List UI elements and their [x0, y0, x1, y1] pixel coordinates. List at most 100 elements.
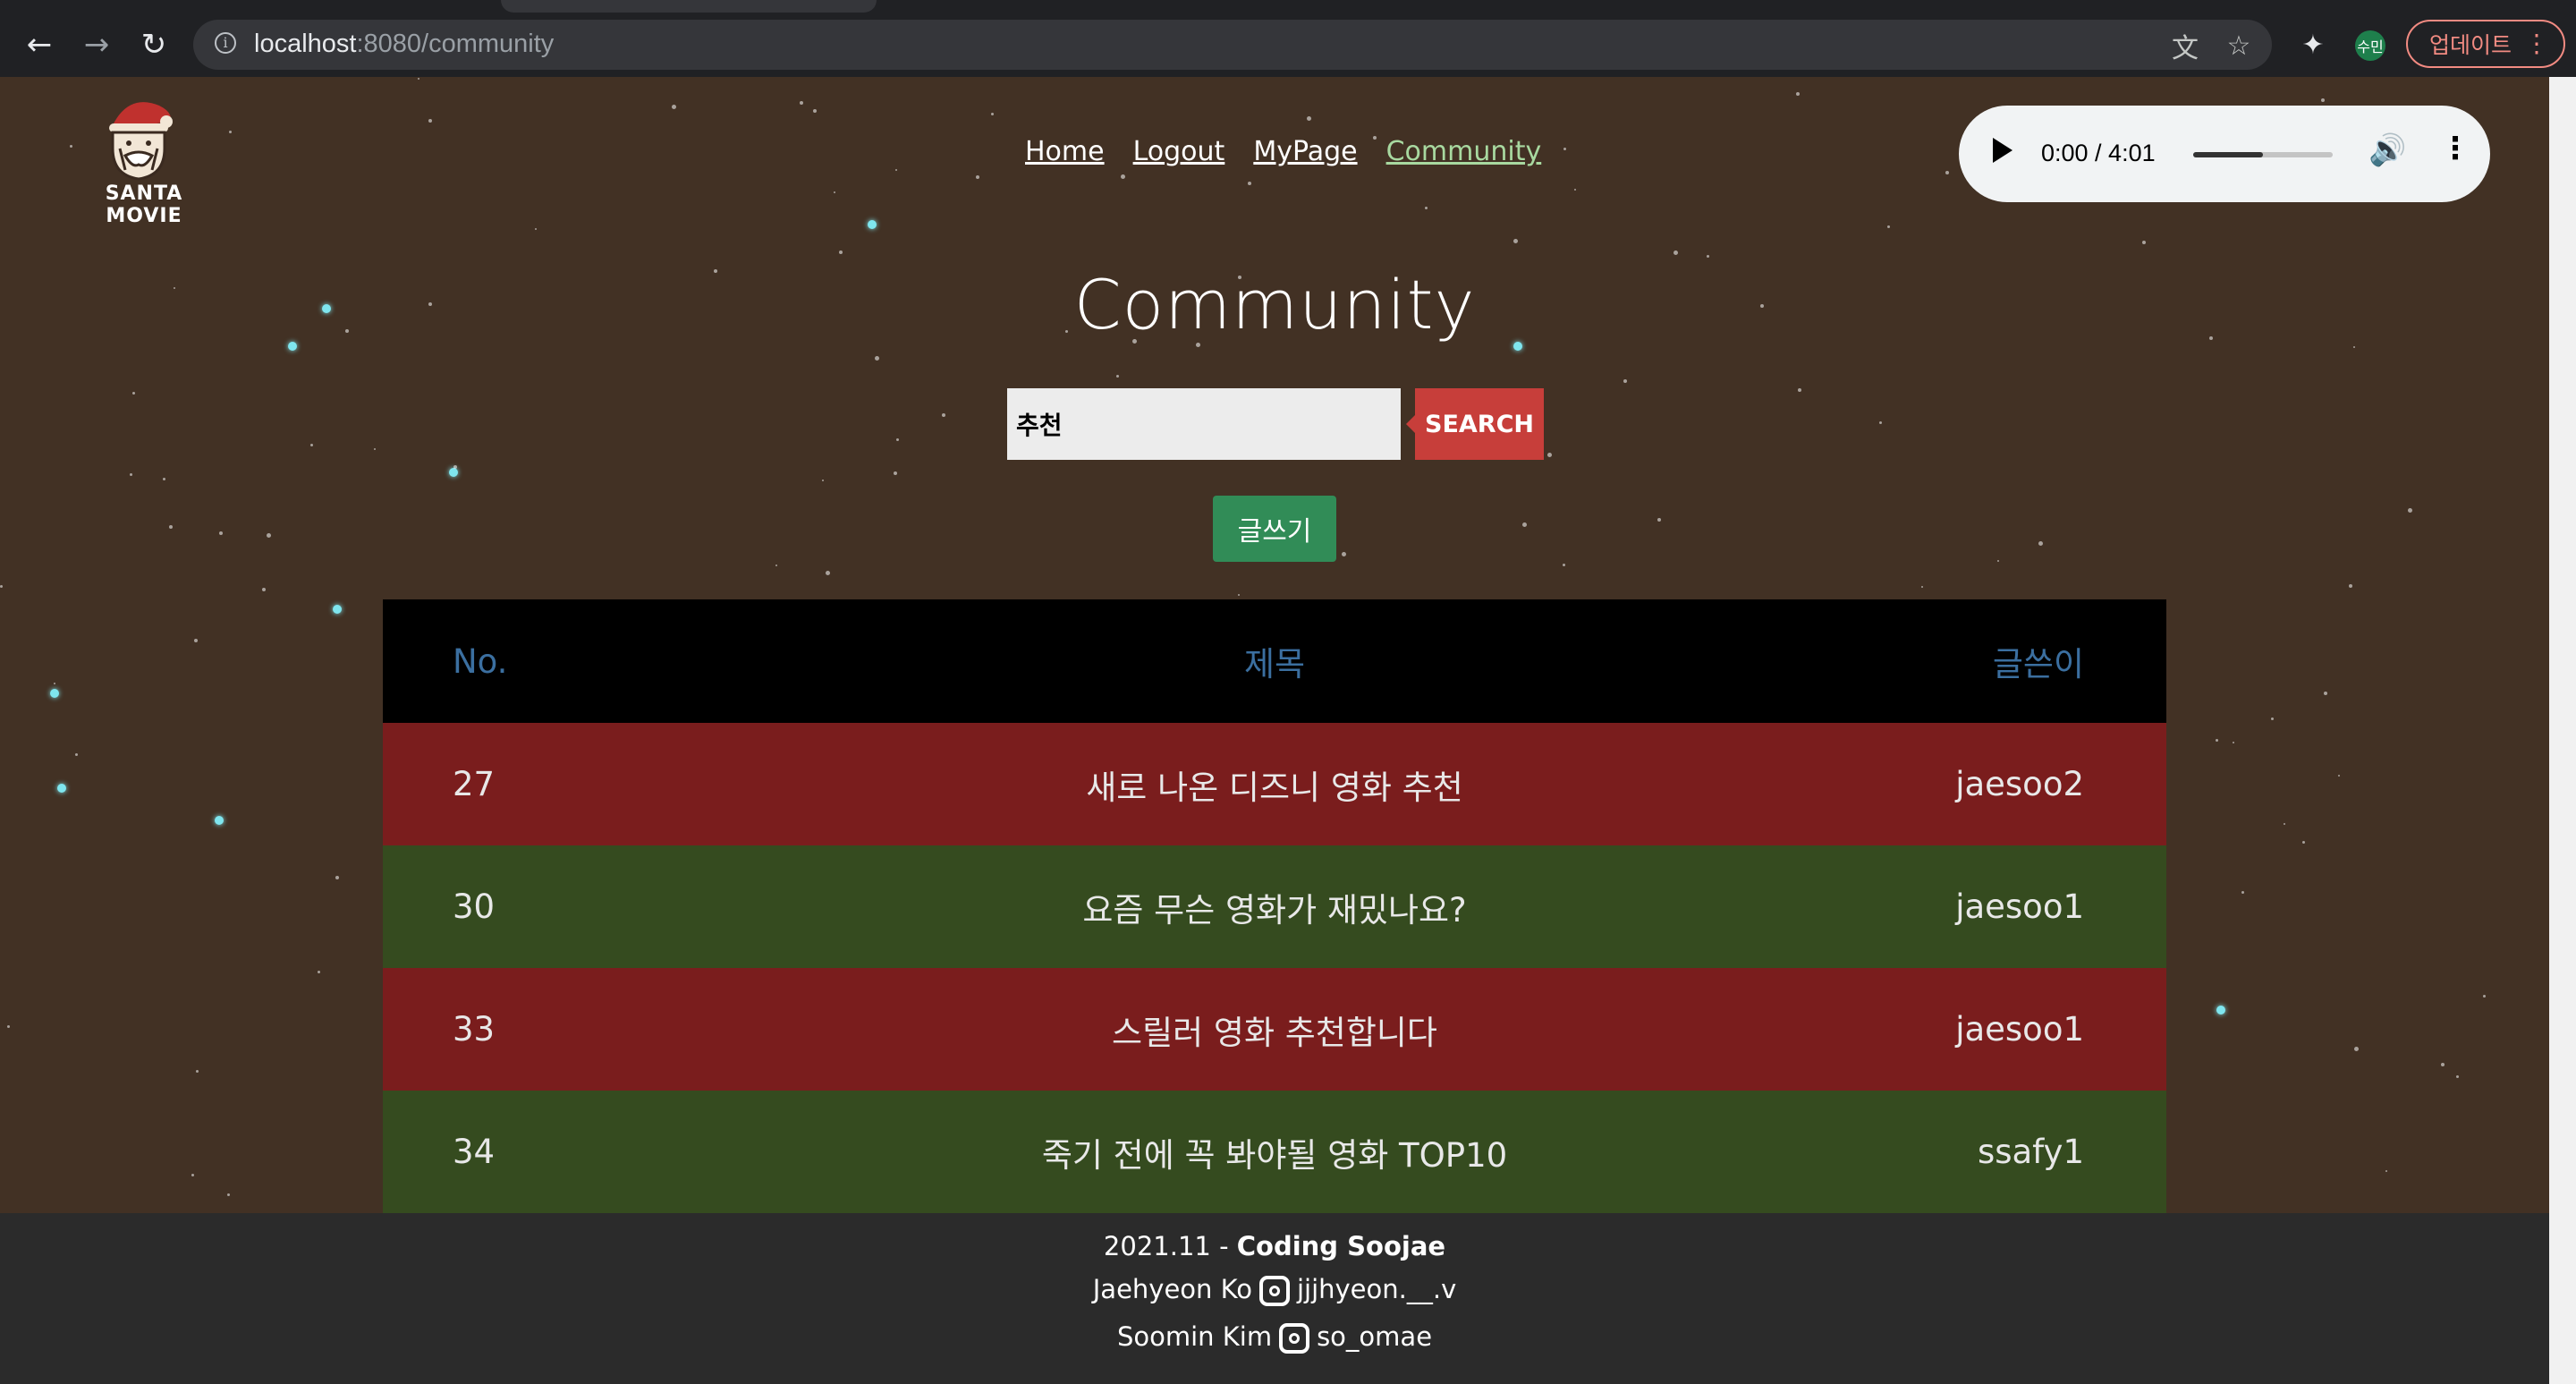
snowflake: [1674, 250, 1678, 255]
audio-time: 0:00 / 4:01: [2041, 140, 2156, 166]
snowflake: [1248, 182, 1251, 185]
snowflake: [942, 413, 945, 417]
page-content: SANTA MOVIE Home Logout MyPage Community…: [0, 77, 2549, 1384]
snowflake: [215, 816, 224, 825]
extensions-puzzle-icon[interactable]: ✦: [2293, 25, 2333, 64]
snowflake: [57, 784, 66, 793]
snowflake: [229, 131, 232, 133]
write-post-button[interactable]: 글쓰기: [1213, 496, 1336, 562]
site-footer: 2021.11 - Coding Soojae Jaehyeon Ko jjjhy…: [0, 1213, 2549, 1384]
snowflake: [868, 220, 877, 229]
community-table: No. 제목 글쓴이 27 새로 나온 디즈니 영화 추천 jaesoo2 30…: [383, 599, 2166, 1213]
post-title[interactable]: 죽기 전에 꼭 봐야될 영화 TOP10: [383, 1128, 2166, 1176]
snowflake: [1707, 255, 1709, 258]
snowflake: [2353, 346, 2355, 348]
snowflake: [194, 639, 198, 642]
more-options-icon[interactable]: ⋮: [2440, 131, 2470, 166]
instagram-icon[interactable]: [1258, 1276, 1290, 1306]
post-title[interactable]: 스릴러 영화 추천합니다: [383, 1006, 2166, 1054]
snowflake: [2216, 1006, 2225, 1015]
snowflake: [428, 119, 432, 123]
reload-icon[interactable]: ↻: [134, 25, 174, 64]
url-text[interactable]: localhost:8080/community: [254, 30, 554, 59]
footer-date: 2021.11 -: [1103, 1231, 1237, 1261]
address-bar[interactable]: i localhost:8080/community 文 ☆: [193, 20, 2272, 70]
snowflake: [2441, 1063, 2445, 1066]
member-instagram[interactable]: so_omae: [1317, 1321, 1432, 1352]
post-title[interactable]: 새로 나온 디즈니 영화 추천: [383, 760, 2166, 809]
back-icon[interactable]: ←: [20, 25, 59, 64]
nav-home-link[interactable]: Home: [1025, 136, 1105, 167]
snowflake: [1574, 189, 1576, 191]
snowflake: [1342, 552, 1346, 556]
page-title: Community: [1073, 265, 1476, 344]
table-header: No. 제목 글쓴이: [383, 599, 2166, 723]
tab-strip: [0, 0, 2576, 18]
translate-icon[interactable]: 文: [2170, 30, 2200, 64]
volume-slider-fill: [2193, 152, 2263, 157]
snowflake: [2385, 1170, 2387, 1172]
footer-member-2: Soomin Kim so_omae: [0, 1321, 2549, 1354]
search-button[interactable]: SEARCH: [1406, 388, 1544, 460]
bookmark-star-icon[interactable]: ☆: [2224, 30, 2254, 62]
logo-text[interactable]: SANTA MOVIE: [68, 183, 220, 227]
browser-tab[interactable]: [501, 0, 877, 13]
snowflake: [875, 356, 879, 361]
forward-icon[interactable]: →: [77, 25, 116, 64]
snowflake: [1121, 174, 1125, 179]
snowflake: [826, 571, 830, 575]
header-writer: 글쓴이: [1992, 645, 2084, 684]
snowflake: [1657, 518, 1661, 522]
post-writer: jaesoo1: [1955, 887, 2084, 926]
snowflake: [2302, 841, 2305, 844]
snowflake: [2456, 1075, 2459, 1078]
post-title[interactable]: 요즘 무슨 영화가 재밌나요?: [383, 883, 2166, 931]
snowflake: [2354, 1047, 2359, 1051]
snowflake: [2142, 241, 2146, 244]
snowflake: [1513, 239, 1518, 243]
volume-slider[interactable]: [2193, 152, 2333, 157]
snowflake: [75, 753, 78, 756]
snowflake: [535, 228, 537, 230]
snowflake: [2038, 541, 2043, 546]
snowflake: [1798, 388, 1801, 392]
snowflake: [1307, 116, 1311, 121]
nav-mypage-link[interactable]: MyPage: [1253, 136, 1357, 167]
nav-community-link[interactable]: Community: [1386, 136, 1542, 167]
member-name: Soomin Kim: [1116, 1321, 1273, 1352]
snowflake: [2271, 717, 2274, 720]
volume-icon[interactable]: 🔊: [2368, 132, 2406, 168]
table-row[interactable]: 34 죽기 전에 꼭 봐야될 영화 TOP10 ssafy1: [383, 1091, 2166, 1213]
update-button[interactable]: 업데이트 ⋮: [2406, 20, 2565, 68]
instagram-icon[interactable]: [1279, 1323, 1310, 1354]
post-writer: jaesoo1: [1955, 1010, 2084, 1049]
menu-dots-icon[interactable]: ⋮: [2524, 29, 2549, 58]
search-input[interactable]: [1007, 388, 1401, 460]
table-row[interactable]: 33 스릴러 영화 추천합니다 jaesoo1: [383, 968, 2166, 1091]
snowflake: [1116, 375, 1119, 378]
snowflake: [267, 533, 271, 538]
site-info-icon[interactable]: i: [215, 32, 236, 54]
member-instagram[interactable]: jjjhyeon.__.v: [1297, 1274, 1456, 1304]
snowflake: [1887, 225, 1890, 228]
snowflake: [2216, 739, 2218, 742]
snowflake: [1879, 421, 1882, 424]
snowflake: [991, 113, 994, 115]
snowflake: [449, 468, 458, 477]
snowflake: [418, 78, 419, 80]
table-row[interactable]: 30 요즘 무슨 영화가 재밌나요? jaesoo1: [383, 845, 2166, 968]
snowflake: [1563, 564, 1565, 566]
update-label: 업데이트: [2429, 32, 2512, 58]
snowflake: [800, 101, 803, 105]
snowflake: [453, 465, 457, 469]
footer-member-1: Jaehyeon Ko jjjhyeon.__.v: [0, 1274, 2549, 1306]
snowflake: [834, 191, 835, 193]
table-row[interactable]: 27 새로 나온 디즈니 영화 추천 jaesoo2: [383, 723, 2166, 845]
snowflake: [335, 876, 339, 879]
nav-logout-link[interactable]: Logout: [1133, 136, 1225, 167]
page-scrollbar[interactable]: [2549, 77, 2576, 1384]
snowflake: [894, 471, 897, 475]
profile-avatar[interactable]: 수민: [2355, 30, 2385, 61]
play-icon[interactable]: [1993, 138, 2012, 163]
snowflake: [2284, 823, 2285, 825]
